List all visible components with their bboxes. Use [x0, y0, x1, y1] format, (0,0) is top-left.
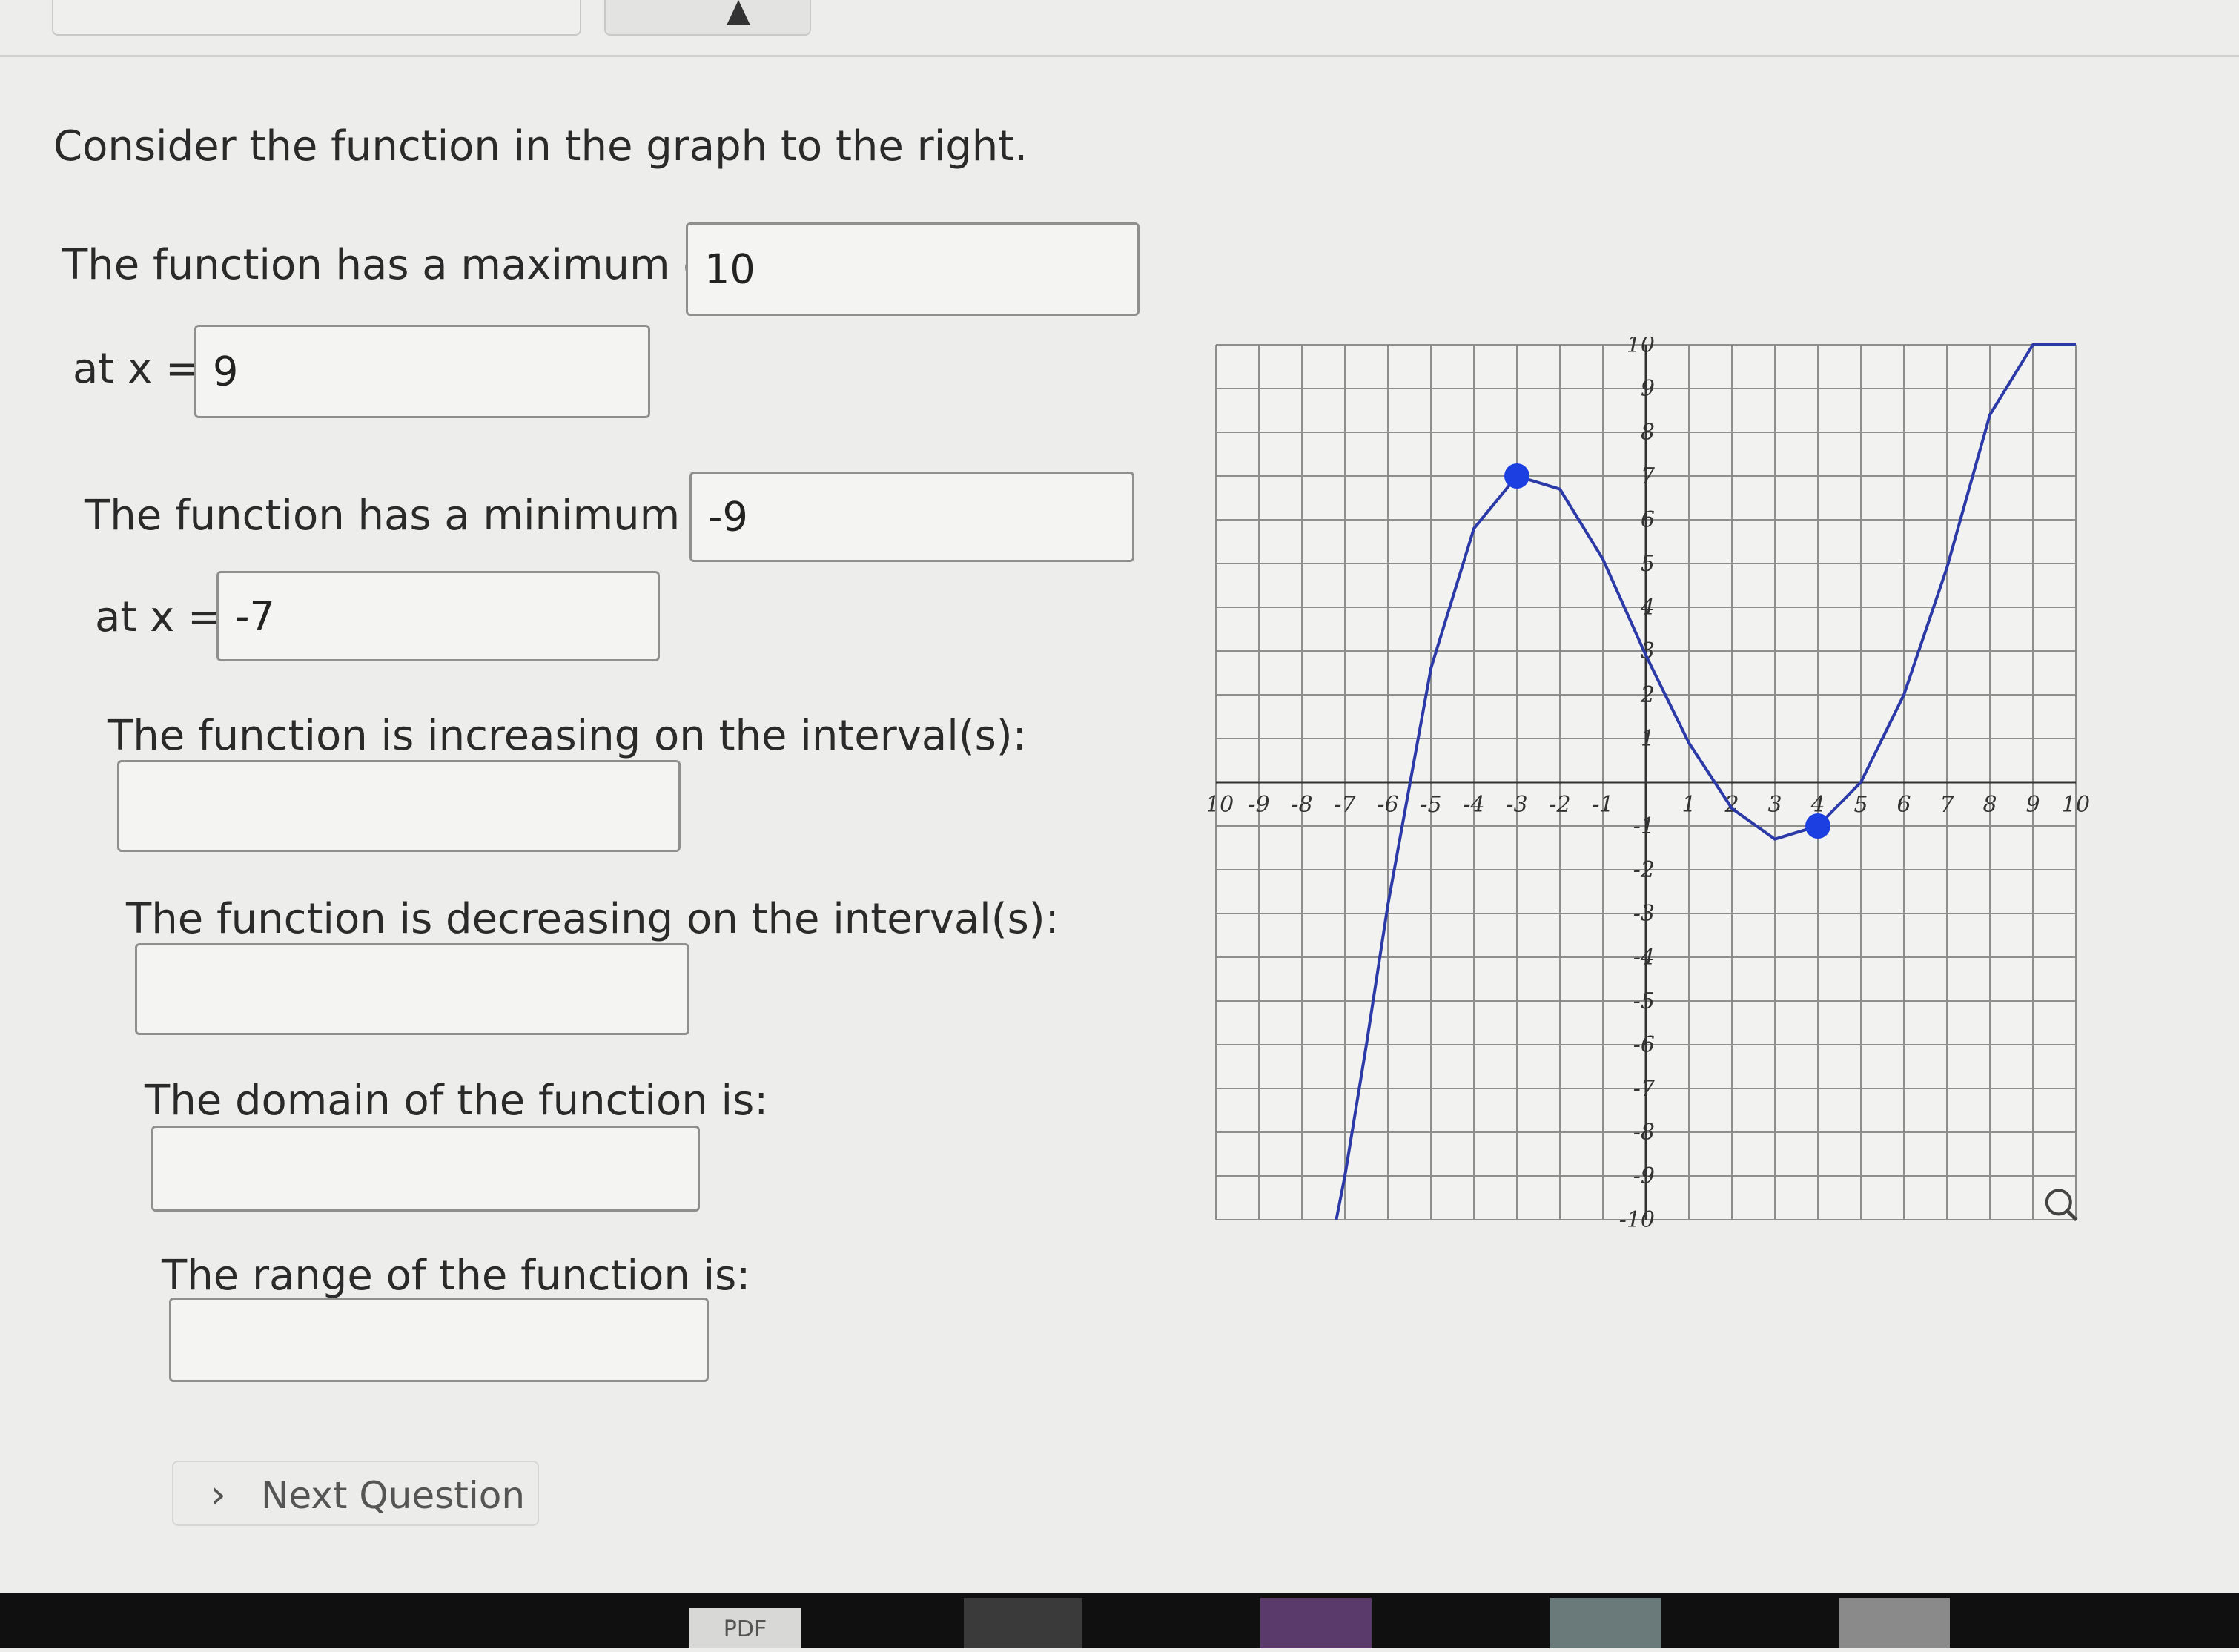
x-tick-label: -8 — [1291, 792, 1312, 818]
min-x-value: -7 — [235, 592, 275, 640]
next-question-label: Next Question — [261, 1474, 526, 1517]
x-tick-label: -2 — [1549, 792, 1570, 818]
question-prompt: Consider the function in the graph to th… — [53, 122, 1028, 171]
max-label: The function has a maximum of — [62, 241, 724, 289]
toolbar-tab[interactable] — [604, 0, 811, 36]
max-value-field[interactable]: 10 — [686, 222, 1140, 316]
min-value: -9 — [708, 493, 748, 541]
max-value: 10 — [704, 245, 755, 293]
range-label: The range of the function is: — [162, 1252, 751, 1300]
x-tick-label: 6 — [1896, 792, 1911, 818]
min-label: The function has a minimum of — [85, 492, 733, 540]
x-tick-label: 9 — [2025, 792, 2040, 818]
x-tick-label: 10 — [2062, 792, 2090, 818]
x-tick-label: -9 — [1248, 792, 1269, 818]
y-tick-label: -5 — [1633, 988, 1655, 1014]
range-field[interactable] — [169, 1298, 709, 1382]
y-tick-label: -2 — [1633, 857, 1655, 883]
function-graph[interactable]: -10-9-8-7-6-5-4-3-2-112345678910-10-9-8-… — [1208, 337, 2098, 1227]
x-tick-label: -1 — [1592, 792, 1613, 818]
y-tick-label: 9 — [1641, 376, 1655, 402]
y-tick-label: 8 — [1641, 420, 1655, 446]
increasing-field[interactable] — [117, 760, 681, 852]
y-tick-label: 6 — [1641, 507, 1655, 533]
chevron-right-icon: › — [211, 1473, 226, 1517]
y-tick-label: -7 — [1633, 1076, 1656, 1102]
x-tick-label: -4 — [1463, 792, 1484, 818]
x-tick-label: -7 — [1334, 792, 1356, 818]
domain-label: The domain of the function is: — [145, 1077, 769, 1125]
y-tick-label: -3 — [1633, 901, 1655, 927]
x-tick-label: -5 — [1420, 792, 1441, 818]
divider — [0, 55, 2239, 57]
next-question-button[interactable]: › Next Question — [172, 1461, 539, 1526]
taskbar-thumbnail[interactable] — [1550, 1598, 1661, 1648]
taskbar-thumbnail[interactable] — [1260, 1598, 1372, 1648]
y-tick-label: -6 — [1633, 1032, 1655, 1058]
y-tick-label: 2 — [1640, 682, 1655, 708]
min-value-field[interactable]: -9 — [689, 472, 1134, 562]
domain-field[interactable] — [151, 1126, 700, 1212]
x-tick-label: 5 — [1853, 792, 1868, 818]
taskbar-thumbnail[interactable] — [1839, 1598, 1950, 1648]
y-tick-label: 7 — [1641, 463, 1656, 489]
min-at-label: at x = — [95, 593, 222, 641]
extremum-point — [1504, 463, 1529, 489]
toolbar-tab[interactable] — [52, 0, 581, 36]
y-tick-label: -1 — [1633, 813, 1655, 839]
x-tick-label: 3 — [1767, 792, 1782, 818]
x-tick-label: 2 — [1724, 792, 1739, 818]
decreasing-field[interactable] — [135, 943, 689, 1035]
y-tick-label: 4 — [1640, 595, 1655, 621]
y-tick-label: -8 — [1633, 1120, 1655, 1146]
x-tick-label: -3 — [1506, 792, 1527, 818]
top-toolbar — [0, 0, 2239, 57]
x-tick-label: 8 — [1982, 792, 1997, 818]
y-tick-label: -9 — [1633, 1163, 1655, 1189]
y-tick-label: -10 — [1619, 1207, 1655, 1227]
y-tick-label: 10 — [1627, 337, 1655, 358]
x-tick-label: 7 — [1939, 792, 1954, 818]
x-tick-label: -10 — [1208, 792, 1234, 818]
y-tick-label: 5 — [1641, 551, 1655, 577]
extremum-point — [1805, 813, 1830, 839]
taskbar-thumbnail[interactable] — [964, 1598, 1082, 1648]
decreasing-label: The function is decreasing on the interv… — [126, 895, 1059, 943]
min-x-field[interactable]: -7 — [216, 571, 660, 661]
cursor-icon — [727, 0, 750, 25]
max-at-label: at x = — [73, 345, 200, 393]
max-x-value: 9 — [213, 348, 239, 395]
x-tick-label: -6 — [1377, 792, 1398, 818]
y-tick-label: 1 — [1641, 726, 1655, 752]
max-x-field[interactable]: 9 — [194, 325, 650, 418]
pdf-thumbnail[interactable]: PDF — [689, 1608, 801, 1648]
increasing-label: The function is increasing on the interv… — [108, 712, 1027, 760]
x-tick-label: 1 — [1681, 792, 1696, 818]
y-tick-label: -4 — [1633, 945, 1655, 971]
